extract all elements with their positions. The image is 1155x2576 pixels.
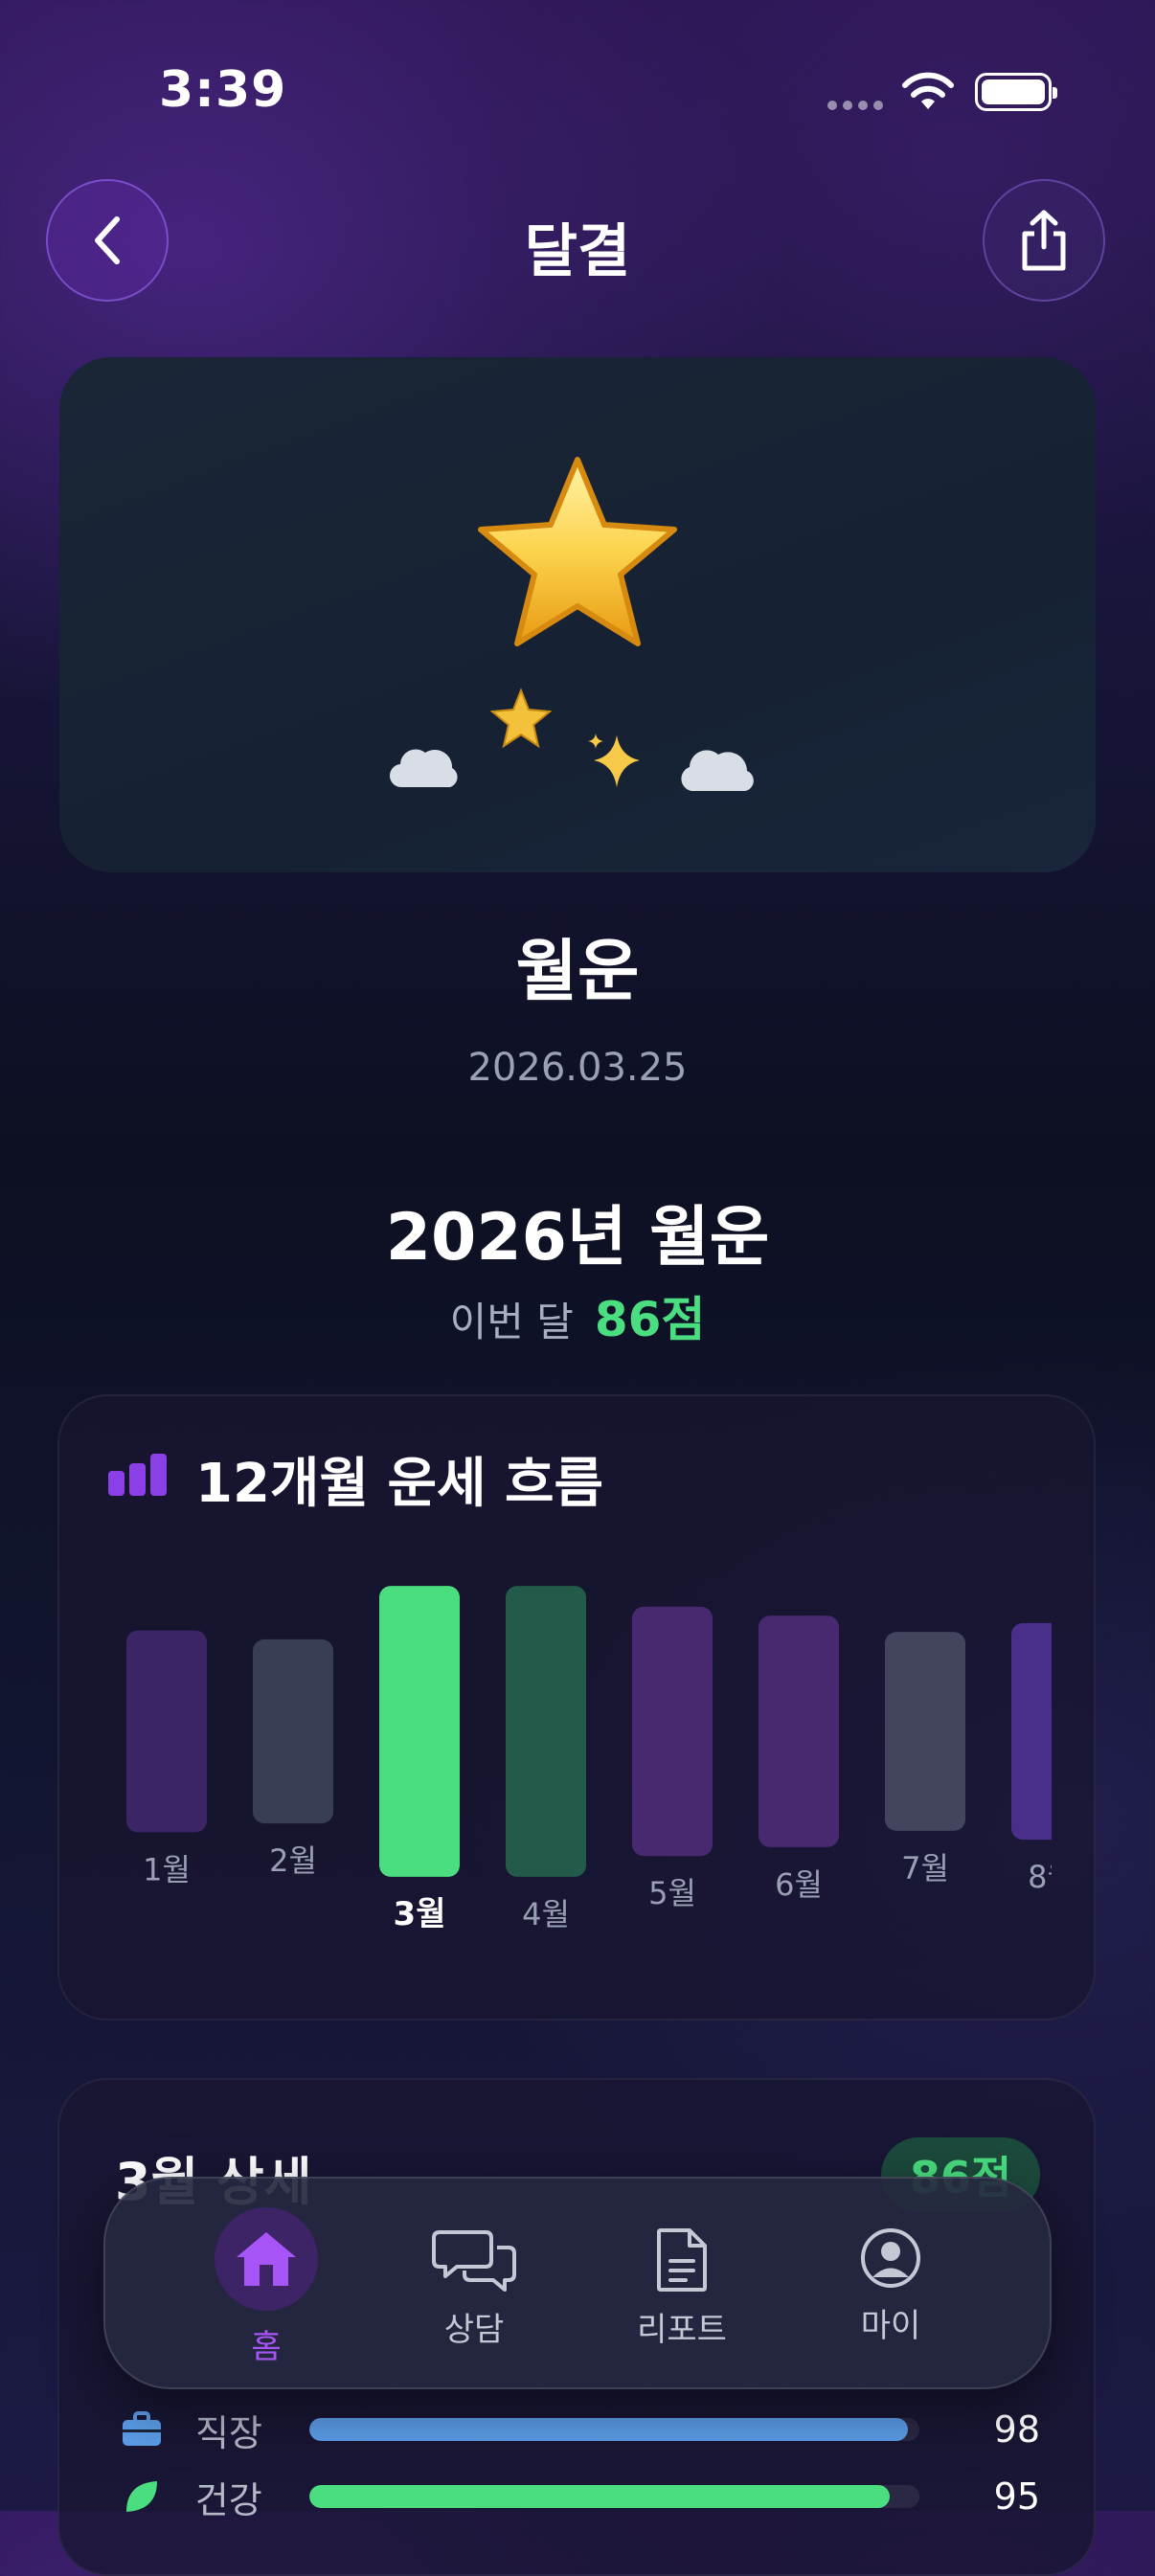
profile-icon [861,2228,920,2288]
tab-chat[interactable]: 상담 [397,2226,551,2350]
tab-label: 리포트 [637,2311,727,2349]
home-icon [237,2232,296,2286]
chart-bar[interactable] [379,1586,460,1877]
chart-tick-label: 2월 [269,1842,317,1879]
chart-tick-label: 7월 [901,1850,949,1887]
tab-report[interactable]: 리포트 [605,2226,759,2350]
chart-tick-label: 3월 [394,1895,446,1933]
stat-bar [309,2418,920,2441]
chat-bubbles-icon [432,2230,516,2292]
stat-bar [309,2485,920,2508]
chart-bar[interactable] [506,1586,586,1877]
chart-tick-label: 4월 [522,1896,570,1932]
chart-bar[interactable] [885,1632,965,1831]
chart-bar[interactable] [126,1630,207,1833]
chart-tick-label: 5월 [648,1875,696,1911]
stat-value: 95 [993,2475,1040,2518]
tab-my[interactable]: 마이 [814,2226,967,2346]
stat-row-health: 건강 95 [121,2468,1040,2525]
stat-row-work: 직장 98 [121,2401,1040,2458]
document-icon [657,2228,707,2292]
briefcase-icon [123,2411,161,2446]
tab-label: 상담 [443,2311,505,2349]
chart-bar[interactable] [759,1616,839,1847]
tab-label: 마이 [860,2307,921,2345]
stat-label: 건강 [194,2478,262,2521]
stat-value: 98 [993,2408,1040,2451]
chart-tick-label: 8월 [1028,1859,1076,1895]
chart-bar[interactable] [253,1638,333,1824]
bottom-tab-bar: 홈 상담 리포트 마이 [103,2177,1052,2389]
chart-tick-label: 1월 [143,1851,191,1887]
leaf-icon [125,2481,157,2512]
chart-tick-label: 6월 [775,1866,823,1903]
stat-label: 직장 [195,2411,262,2454]
chart-bar[interactable] [632,1606,713,1857]
tab-home[interactable]: 홈 [190,2207,343,2367]
chart-bar[interactable] [1011,1622,1092,1841]
tab-label: 홈 [251,2328,282,2366]
